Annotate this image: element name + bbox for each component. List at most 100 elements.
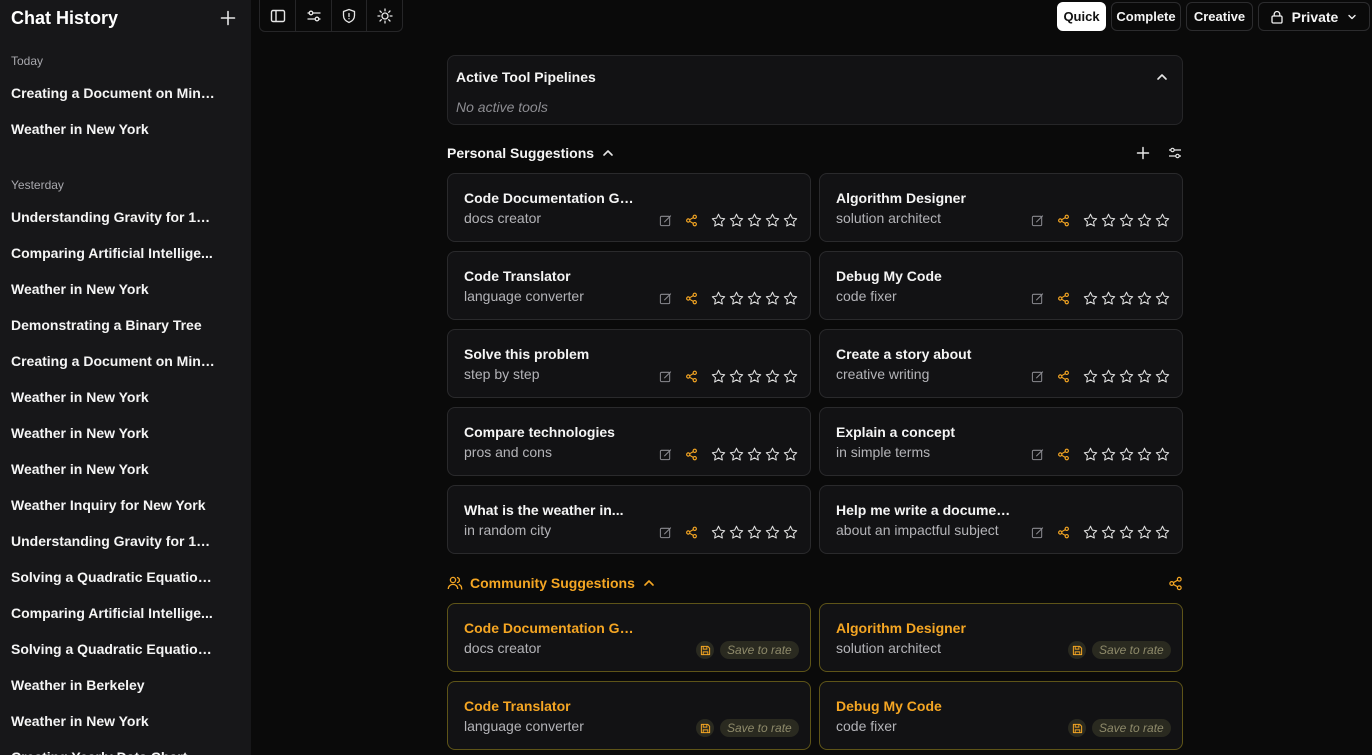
rating-star-button[interactable] <box>1082 290 1098 306</box>
share-button[interactable] <box>682 445 700 463</box>
community-collapse-button[interactable] <box>641 575 657 591</box>
rating-star-button[interactable] <box>1154 524 1170 540</box>
save-button[interactable] <box>1068 719 1086 737</box>
save-button[interactable] <box>696 719 714 737</box>
chat-history-item[interactable]: Understanding Gravity for 10-... <box>11 208 216 226</box>
rating-star-button[interactable] <box>764 368 780 384</box>
personal-suggestion-card[interactable]: Help me write a document... about an imp… <box>819 485 1183 554</box>
chat-history-item[interactable]: Solving a Quadratic Equation ... <box>11 640 216 658</box>
rating-star-button[interactable] <box>1118 212 1134 228</box>
share-button[interactable] <box>682 367 700 385</box>
edit-button[interactable] <box>656 289 674 307</box>
chat-history-item[interactable]: Solving a Quadratic Equation ... <box>11 568 216 586</box>
rating-star-button[interactable] <box>1154 212 1170 228</box>
rating-star-button[interactable] <box>710 368 726 384</box>
rating-star-button[interactable] <box>1082 212 1098 228</box>
rating-star-button[interactable] <box>746 290 762 306</box>
chat-history-item[interactable]: Weather in New York <box>11 460 216 478</box>
rating-star-button[interactable] <box>728 212 744 228</box>
rating-star-button[interactable] <box>728 524 744 540</box>
edit-button[interactable] <box>1028 367 1046 385</box>
personal-suggestion-card[interactable]: Code Documentation Generator docs creato… <box>447 173 811 242</box>
rating-star-button[interactable] <box>746 212 762 228</box>
rating-star-button[interactable] <box>746 368 762 384</box>
share-button[interactable] <box>682 289 700 307</box>
rating-star-button[interactable] <box>782 212 798 228</box>
rating-star-button[interactable] <box>1118 446 1134 462</box>
rating-star-button[interactable] <box>1136 212 1152 228</box>
rating-star-button[interactable] <box>764 212 780 228</box>
personal-collapse-button[interactable] <box>600 145 616 161</box>
share-button[interactable] <box>1054 289 1072 307</box>
save-button[interactable] <box>696 641 714 659</box>
edit-button[interactable] <box>656 523 674 541</box>
rating-star-button[interactable] <box>1154 290 1170 306</box>
share-button[interactable] <box>1054 523 1072 541</box>
rating-star-button[interactable] <box>710 446 726 462</box>
mode-complete-button[interactable]: Complete <box>1111 2 1181 31</box>
community-suggestion-card[interactable]: Code Documentation Generator docs creato… <box>447 603 811 672</box>
share-button[interactable] <box>1054 367 1072 385</box>
rating-star-button[interactable] <box>728 368 744 384</box>
chat-history-item[interactable]: Weather in New York <box>11 280 216 298</box>
rating-star-button[interactable] <box>1118 524 1134 540</box>
personal-suggestion-card[interactable]: Code Translator language converter <box>447 251 811 320</box>
rating-star-button[interactable] <box>710 524 726 540</box>
sidebar-toggle-button[interactable] <box>260 0 295 31</box>
edit-button[interactable] <box>1028 523 1046 541</box>
personal-suggestion-card[interactable]: Create a story about creative writing <box>819 329 1183 398</box>
personal-suggestion-card[interactable]: Algorithm Designer solution architect <box>819 173 1183 242</box>
rating-star-button[interactable] <box>1136 446 1152 462</box>
edit-button[interactable] <box>1028 289 1046 307</box>
share-button[interactable] <box>682 211 700 229</box>
chat-history-item[interactable]: Weather in New York <box>11 388 216 406</box>
add-suggestion-button[interactable] <box>1135 143 1151 163</box>
rating-star-button[interactable] <box>1154 368 1170 384</box>
edit-button[interactable] <box>656 445 674 463</box>
chat-history-item[interactable]: Comparing Artificial Intellige... <box>11 244 216 262</box>
rating-star-button[interactable] <box>1100 212 1116 228</box>
personal-suggestion-card[interactable]: Solve this problem step by step <box>447 329 811 398</box>
mode-quick-button[interactable]: Quick <box>1057 2 1106 31</box>
chat-history-item[interactable]: Understanding Gravity for 10-... <box>11 532 216 550</box>
security-button[interactable] <box>330 0 367 31</box>
share-button[interactable] <box>682 523 700 541</box>
mode-creative-button[interactable]: Creative <box>1186 2 1253 31</box>
chat-history-item[interactable]: Creating Yearly Data Chart <box>11 748 216 755</box>
rating-star-button[interactable] <box>764 446 780 462</box>
rating-star-button[interactable] <box>1118 368 1134 384</box>
rating-star-button[interactable] <box>1082 446 1098 462</box>
edit-button[interactable] <box>1028 211 1046 229</box>
settings-sliders-button[interactable] <box>295 0 331 31</box>
chat-history-item[interactable]: Demonstrating a Binary Tree <box>11 316 216 334</box>
privacy-dropdown[interactable]: Private <box>1258 2 1370 31</box>
theme-toggle-button[interactable] <box>366 0 402 31</box>
rating-star-button[interactable] <box>1082 524 1098 540</box>
edit-button[interactable] <box>1028 445 1046 463</box>
share-community-button[interactable] <box>1167 573 1183 593</box>
rating-star-button[interactable] <box>782 446 798 462</box>
community-suggestion-card[interactable]: Algorithm Designer solution architect Sa… <box>819 603 1183 672</box>
rating-star-button[interactable] <box>710 212 726 228</box>
chat-history-item[interactable]: Weather in New York <box>11 424 216 442</box>
personal-suggestion-card[interactable]: Explain a concept in simple terms <box>819 407 1183 476</box>
rating-star-button[interactable] <box>1136 368 1152 384</box>
filter-suggestions-button[interactable] <box>1167 143 1183 163</box>
rating-star-button[interactable] <box>1100 446 1116 462</box>
new-chat-button[interactable] <box>217 7 239 29</box>
rating-star-button[interactable] <box>782 290 798 306</box>
edit-button[interactable] <box>656 367 674 385</box>
rating-star-button[interactable] <box>728 290 744 306</box>
edit-button[interactable] <box>656 211 674 229</box>
rating-star-button[interactable] <box>1100 524 1116 540</box>
save-button[interactable] <box>1068 641 1086 659</box>
personal-suggestion-card[interactable]: Debug My Code code fixer <box>819 251 1183 320</box>
rating-star-button[interactable] <box>1154 446 1170 462</box>
rating-star-button[interactable] <box>1118 290 1134 306</box>
rating-star-button[interactable] <box>764 524 780 540</box>
personal-suggestion-card[interactable]: Compare technologies pros and cons <box>447 407 811 476</box>
chat-history-item[interactable]: Weather in Berkeley <box>11 676 216 694</box>
chat-history-item[interactable]: Weather in New York <box>11 712 216 730</box>
rating-star-button[interactable] <box>1136 524 1152 540</box>
rating-star-button[interactable] <box>746 524 762 540</box>
